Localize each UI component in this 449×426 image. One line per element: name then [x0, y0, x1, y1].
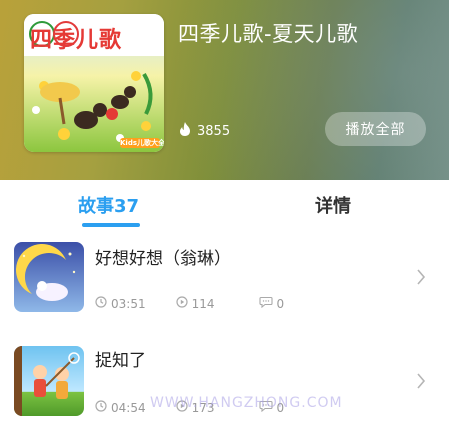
tab-stories[interactable]: 故事37: [78, 192, 140, 227]
chevron-right-icon[interactable]: [416, 268, 426, 290]
tab-stories-label: 故事37: [78, 196, 140, 217]
story-meta: 03:51 114 0: [95, 296, 284, 311]
play-count-value: 3855: [197, 123, 231, 139]
story-item[interactable]: 好想好想（翁琳） 03:51 114 0: [0, 230, 449, 330]
chevron-right-icon[interactable]: [416, 372, 426, 394]
story-title: 捉知了: [95, 351, 146, 371]
watermark: WWW.HANGZHONG.COM: [150, 395, 343, 411]
story-item[interactable]: 捉知了 04:54 173 0: [0, 332, 449, 426]
play-circle-icon: [175, 296, 188, 311]
album-title: 四季儿歌-夏天儿歌: [178, 22, 359, 46]
play-count: 3855: [178, 121, 230, 141]
story-duration: 03:51: [111, 296, 146, 311]
clock-icon: [95, 400, 107, 415]
story-comments: 0: [276, 296, 285, 311]
story-duration: 04:54: [111, 400, 146, 415]
story-thumbnail: [14, 242, 84, 312]
flame-icon: [178, 121, 192, 141]
cover-title-text: 四季儿歌: [30, 28, 123, 53]
story-title: 好想好想（翁琳）: [95, 249, 231, 269]
cover-badge-text: Kids儿歌大全: [120, 139, 164, 147]
album-cover[interactable]: 四季儿歌 Kids儿歌大全: [24, 14, 164, 152]
comment-icon: [258, 296, 273, 311]
album-header: 四季儿歌 Kids儿歌大全 四季儿歌-夏天儿歌 3855 播放全部: [0, 0, 449, 180]
tab-bar: 故事37 详情: [0, 180, 449, 230]
clock-icon: [95, 296, 107, 311]
tab-details-label: 详情: [315, 196, 351, 217]
tab-details[interactable]: 详情: [315, 192, 351, 218]
story-thumbnail: [14, 346, 84, 416]
story-plays: 114: [191, 296, 215, 311]
active-tab-indicator: [82, 223, 140, 227]
play-all-button[interactable]: 播放全部: [325, 112, 426, 146]
